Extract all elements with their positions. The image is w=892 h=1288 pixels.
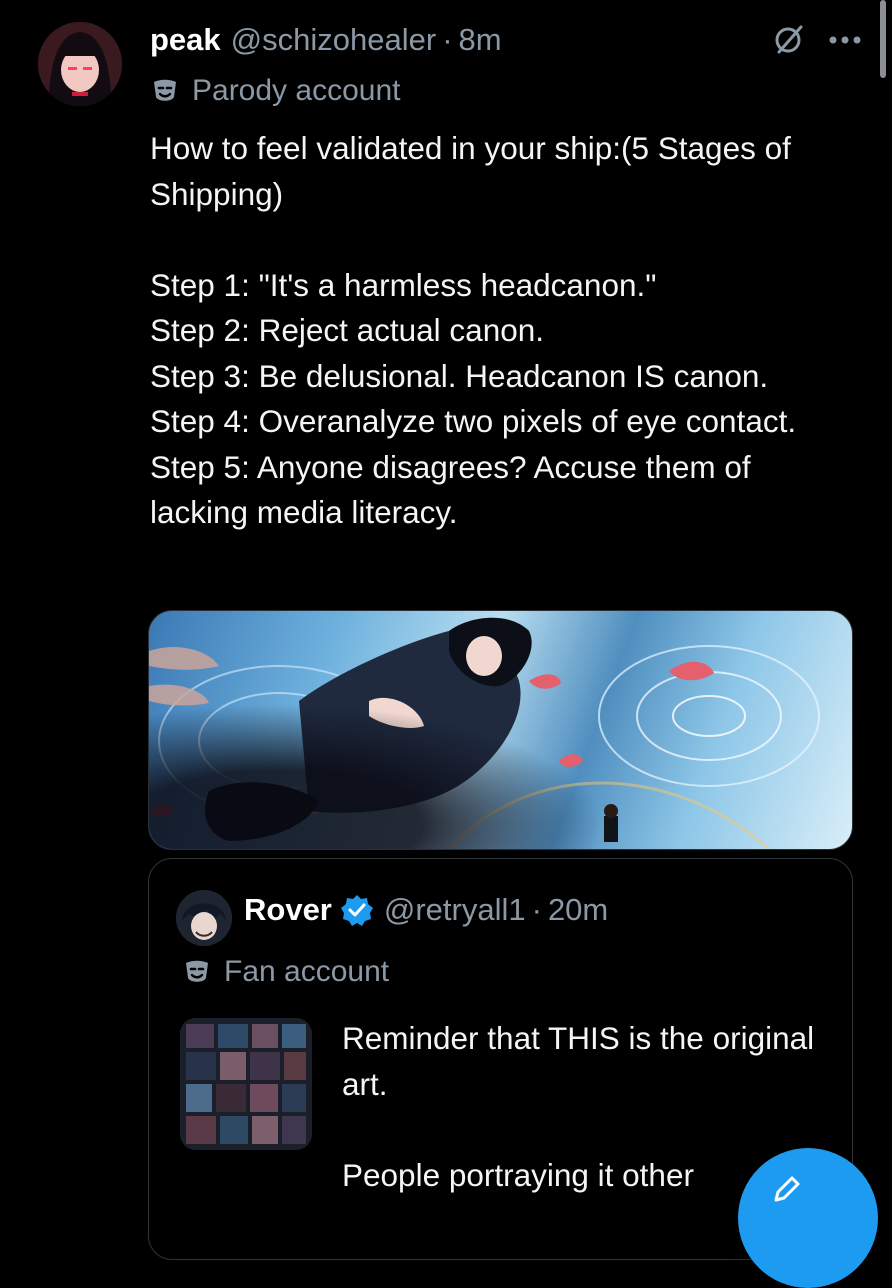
post-image[interactable]: [148, 610, 853, 850]
quote-time[interactable]: 20m: [548, 892, 608, 928]
account-badge: Parody account: [150, 74, 400, 108]
handle[interactable]: @schizohealer: [231, 22, 437, 58]
account-badge-label: Parody account: [192, 74, 401, 107]
avatar-illustration: [38, 22, 122, 106]
post-header: peak @schizohealer · 8m: [150, 18, 862, 62]
collage-image: [180, 1018, 312, 1150]
quote-handle[interactable]: @retryall1: [384, 892, 526, 928]
quote-text: Reminder that THIS is the original art. …: [342, 1020, 815, 1193]
quote-thumbnail[interactable]: [180, 1018, 312, 1150]
display-name[interactable]: peak: [150, 22, 221, 58]
post-time[interactable]: 8m: [459, 22, 502, 58]
compose-button[interactable]: [738, 1148, 878, 1288]
quote-avatar[interactable]: [176, 890, 232, 946]
quote-account-badge-label: Fan account: [224, 955, 390, 988]
scrollbar[interactable]: [880, 0, 886, 78]
grok-icon[interactable]: [770, 22, 806, 58]
separator: ·: [442, 22, 453, 57]
post-text: How to feel validated in your ship:(5 St…: [150, 130, 797, 530]
quote-separator: ·: [531, 892, 542, 927]
quote-display-name[interactable]: Rover: [244, 892, 332, 928]
image-shadow: [149, 611, 852, 849]
verified-icon: [340, 893, 374, 927]
more-icon[interactable]: [828, 34, 862, 46]
avatar[interactable]: [38, 22, 122, 106]
mask-icon: [150, 76, 180, 106]
quote-account-badge: Fan account: [182, 955, 389, 989]
quote-header: Rover @retryall1 · 20m: [244, 892, 608, 928]
quote-avatar-illustration: [176, 890, 232, 946]
mask-icon: [182, 957, 212, 987]
header-actions: [770, 22, 862, 58]
compose-icon: [768, 1174, 802, 1213]
